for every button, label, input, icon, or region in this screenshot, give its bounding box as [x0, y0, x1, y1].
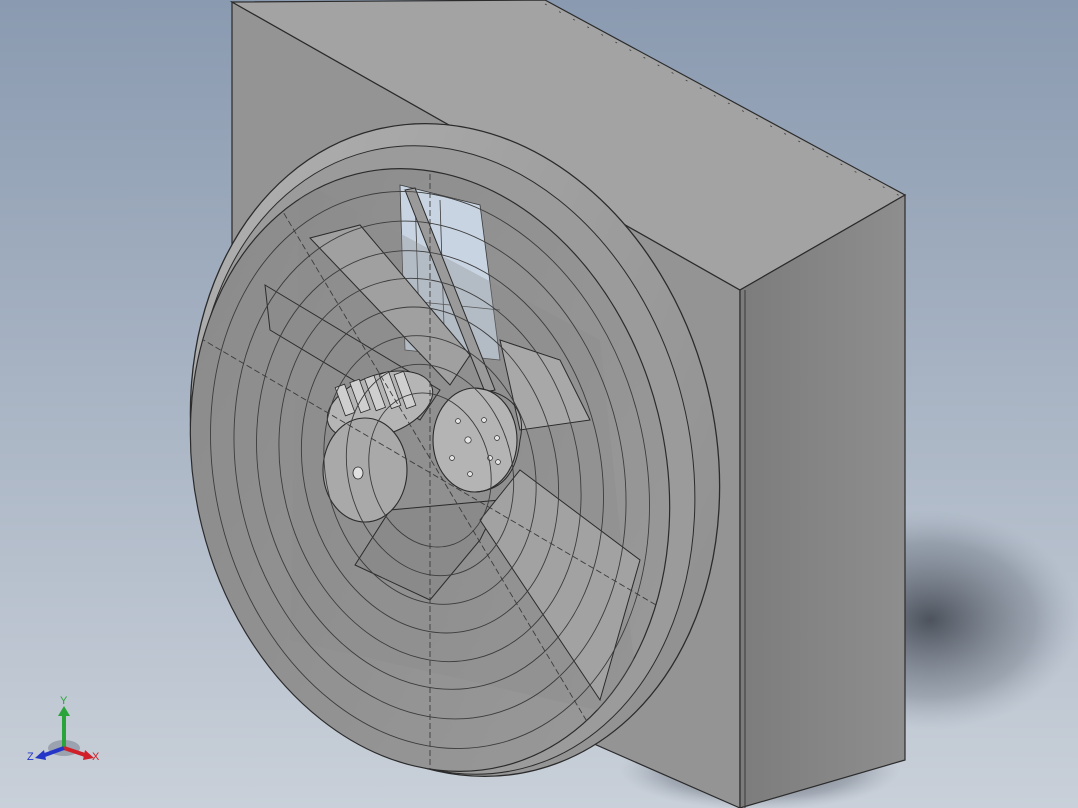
axis-triad[interactable]: Y X Z — [22, 690, 112, 775]
3d-viewport[interactable]: Y X Z — [0, 0, 1078, 808]
fan-hub — [432, 387, 518, 493]
y-axis-label: Y — [60, 695, 68, 707]
housing-side-face — [739, 193, 906, 808]
motor-end-cap — [322, 417, 408, 523]
z-axis-label: Z — [27, 751, 34, 763]
fan-model-view[interactable] — [0, 0, 1078, 808]
x-axis-label: X — [92, 751, 100, 763]
motor-shaft — [352, 466, 364, 480]
y-axis-arrowhead — [58, 706, 70, 716]
z-axis-arrowhead — [35, 750, 46, 760]
